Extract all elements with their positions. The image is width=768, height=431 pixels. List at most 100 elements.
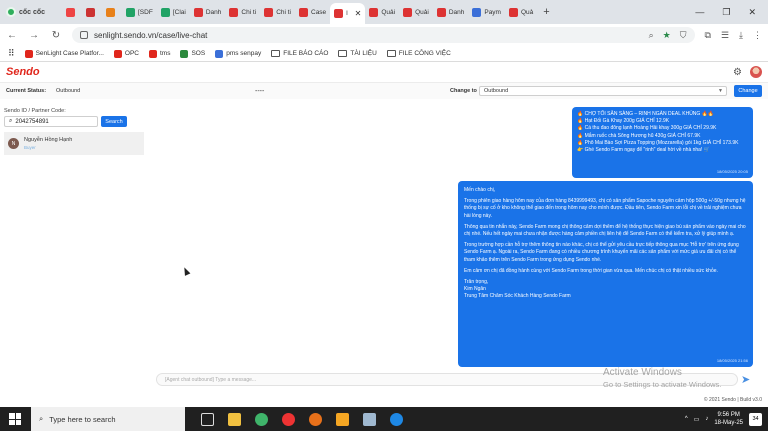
new-tab-icon[interactable]: + [537, 6, 555, 18]
reload-icon[interactable]: ↻ [50, 30, 62, 41]
sendo-id-value: 2042754891 [15, 118, 49, 125]
folder-icon [271, 50, 281, 57]
watermark-subtitle: Go to Settings to activate Windows. [603, 380, 722, 389]
change-button[interactable]: Change [734, 85, 762, 97]
bookmark-folder[interactable]: FILE CÔNG VIỆC [386, 50, 451, 57]
search-button[interactable]: Search [101, 116, 127, 127]
task-view-icon[interactable] [201, 412, 214, 426]
message-paragraph: Thông qua tin nhắn này, Sendo Farm mong … [464, 223, 746, 238]
browser-tab[interactable]: [SDF [122, 0, 157, 24]
downloads-icon[interactable]: ⤓ [739, 30, 743, 41]
minimize-icon[interactable]: — [695, 7, 704, 18]
bookmark-label: SenLight Case Platfor... [35, 50, 104, 57]
tab-favicon-icon [334, 9, 344, 18]
browser-tab[interactable]: Chi ti [225, 0, 260, 24]
taskbar-clock[interactable]: 9:56 PM 18-May-25 [714, 411, 743, 427]
file-explorer-icon[interactable] [228, 412, 241, 426]
volume-icon[interactable]: ♪ [705, 416, 708, 422]
bookmark-item[interactable]: tms [148, 49, 170, 58]
windows-start-icon[interactable] [9, 413, 21, 425]
promo-message-bubble: 🔥 CHỢ TỐI SĂN SÀNG – RINH NGÀN DEAL KHỦN… [572, 107, 753, 178]
current-status-label: Current Status: [6, 88, 47, 94]
chevron-up-icon[interactable]: ^ [685, 416, 688, 422]
tab-favicon-icon [508, 7, 518, 17]
contact-name: Nguyễn Hồng Hạnh [24, 137, 73, 143]
taskbar-search[interactable]: ⌕ Type here to search [31, 407, 185, 431]
bookmark-apps[interactable]: ⠿ [8, 48, 15, 59]
sendo-logo[interactable]: Sendo [6, 66, 40, 78]
gear-icon[interactable]: ⚙ [733, 67, 742, 78]
app-taskbar-icon[interactable] [282, 412, 295, 426]
shield-icon[interactable]: ⛉ [680, 30, 687, 41]
browser-tab[interactable]: Case [295, 0, 330, 24]
edge-taskbar-icon[interactable] [390, 412, 403, 426]
send-icon[interactable]: ➤ [741, 373, 750, 386]
bookmark-folder[interactable]: FILE BÁO CÁO [271, 50, 328, 57]
close-tab-icon[interactable]: ✕ [355, 9, 362, 18]
signature-line: Trân trọng, [464, 279, 489, 286]
bookmark-label: pms senpay [226, 50, 262, 57]
bookmark-item[interactable]: OPC [113, 49, 139, 58]
address-bar[interactable]: senlight.sendo.vn/case/live-chat ⌕ ★ ⛉ [72, 27, 695, 43]
restore-icon[interactable]: ❐ [722, 7, 730, 18]
folder-icon [386, 50, 396, 57]
browser-tab[interactable]: l ✕ [330, 3, 366, 24]
agent-message-signature: Trân trọng, Kim Ngân Trung Tâm Chăm Sóc Kh… [464, 279, 747, 301]
notification-badge[interactable]: 34 [749, 412, 762, 426]
extensions-icon[interactable]: ⧉ [705, 30, 711, 41]
tab-favicon-icon [299, 7, 308, 17]
current-status-value: Outbound [56, 88, 81, 94]
app-header: Sendo ⚙ [0, 62, 768, 83]
browser-tab[interactable]: Danh [190, 0, 226, 24]
bookmark-label: FILE BÁO CÁO [283, 50, 329, 57]
search-icon: ⌕ [9, 118, 13, 124]
user-avatar[interactable] [750, 66, 762, 78]
site-info-icon[interactable] [80, 31, 88, 39]
tab-label: Quải [415, 8, 429, 16]
reading-list-icon[interactable]: ☰ [721, 30, 729, 41]
change-to-select[interactable]: Outbound ▼ [479, 86, 727, 96]
bookmark-item[interactable]: SOS [180, 49, 205, 58]
app3-taskbar-icon[interactable] [363, 412, 376, 426]
bookmark-item[interactable]: SenLight Case Platfor... [24, 49, 104, 58]
browser-menu-icon[interactable]: ⋮ [753, 30, 762, 41]
browser-tab[interactable]: Quải [365, 0, 399, 24]
browser-tab[interactable]: Danh [433, 0, 469, 24]
bookmark-folder[interactable]: TÀI LIỆU [338, 50, 377, 57]
network-icon[interactable]: ▭ [694, 416, 700, 423]
browser-tab[interactable]: Paym [468, 0, 505, 24]
folder-icon [338, 50, 348, 57]
close-window-icon[interactable]: ✕ [748, 7, 756, 18]
tab-label: Chi ti [241, 8, 257, 16]
app2-taskbar-icon[interactable] [336, 412, 349, 426]
clock-date: 18-May-25 [714, 420, 743, 426]
browser-tab[interactable]: [Clai [157, 0, 190, 24]
contact-avatar: N [8, 138, 19, 149]
browser-brand[interactable]: cốc cốc [0, 7, 62, 17]
browser-tab[interactable] [62, 0, 82, 24]
bookmark-item[interactable]: pms senpay [215, 49, 262, 58]
browser-tabs: [SDF [Clai Danh Chi ti Chi ti Case l ✕ Quải Quải D… [62, 0, 537, 24]
tab-favicon-icon [436, 7, 446, 17]
browser-tab[interactable]: Quả [505, 0, 537, 24]
browser-navbar: ← → ↻ senlight.sendo.vn/case/live-chat ⌕… [0, 24, 768, 46]
contact-list-item[interactable]: N Nguyễn Hồng Hạnh Buyer [4, 132, 144, 155]
sendo-id-input[interactable]: ⌕ 2042754891 [4, 116, 98, 127]
tab-label: Quải [381, 8, 396, 16]
browser-tab[interactable]: Quải [399, 0, 433, 24]
browser-tab[interactable] [102, 0, 122, 24]
browser-tab[interactable] [82, 0, 102, 24]
browser-brand-name: cốc cốc [19, 8, 46, 16]
zoom-icon[interactable]: ⌕ [649, 30, 654, 41]
bookmark-star-icon[interactable]: ★ [663, 30, 671, 41]
forward-arrow-icon[interactable]: → [28, 30, 40, 41]
foxit-taskbar-icon[interactable] [309, 412, 322, 426]
watermark-title: Activate Windows [603, 367, 682, 378]
tab-label: Danh [448, 8, 465, 16]
browser-tab[interactable]: Chi ti [260, 0, 295, 24]
back-arrow-icon[interactable]: ← [6, 30, 18, 41]
tab-favicon-icon [126, 7, 135, 17]
coccoc-taskbar-icon[interactable] [255, 412, 268, 426]
tab-favicon-icon [369, 7, 379, 17]
tab-label: [SDF [138, 8, 153, 16]
